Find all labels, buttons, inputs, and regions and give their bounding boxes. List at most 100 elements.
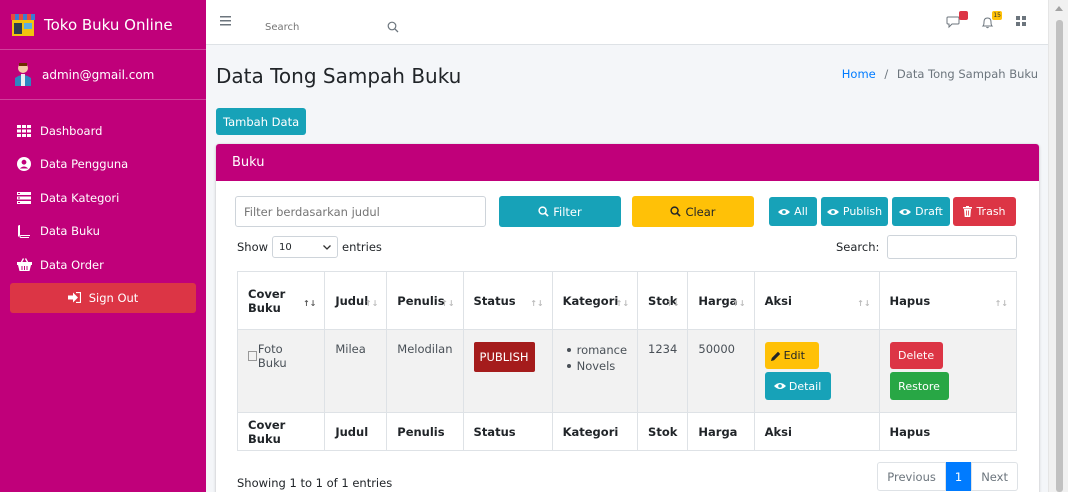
add-data-button[interactable]: Tambah Data xyxy=(216,108,307,135)
cell-hapus: Delete Restore xyxy=(878,329,1018,413)
add-data-label: Tambah Data xyxy=(223,114,300,129)
user-circle-icon xyxy=(16,156,32,172)
scroll-thumb[interactable] xyxy=(1056,20,1063,492)
next-page-button[interactable]: Next xyxy=(971,462,1018,491)
breadcrumb-home-link[interactable]: Home xyxy=(842,67,876,81)
column-header-hapus[interactable]: Hapus ↑↓ xyxy=(878,271,1018,330)
search-input[interactable] xyxy=(257,21,387,33)
sign-out-button[interactable]: Sign Out xyxy=(10,282,196,313)
sidebar-item-data-order[interactable]: Data Order xyxy=(0,248,206,282)
column-header-cover[interactable]: Cover Buku ↑↓ xyxy=(236,271,326,330)
brand-name: Toko Buku Online xyxy=(44,15,173,34)
column-header-harga[interactable]: Harga ↑↓ xyxy=(687,271,755,330)
cell-aksi: Edit Detail xyxy=(753,329,880,413)
column-header-status[interactable]: Status ↑↓ xyxy=(462,271,553,330)
column-header-stok[interactable]: Stok ↑↓ xyxy=(637,271,689,330)
cell-judul: Milea xyxy=(324,329,388,413)
cell-harga: 50000 xyxy=(687,329,755,413)
sidebar-item-label: Data Buku xyxy=(40,224,100,239)
eye-icon xyxy=(826,208,839,216)
sidebar-item-dashboard[interactable]: Dashboard xyxy=(0,114,206,148)
show-all-button[interactable]: All xyxy=(769,197,817,226)
book-icon xyxy=(16,223,32,239)
show-trash-button[interactable]: Trash xyxy=(953,197,1016,226)
footer-aksi: Aksi xyxy=(753,412,880,451)
column-header-kategori[interactable]: Kategori ↑↓ xyxy=(551,271,639,330)
sidebar-item-label: Data Kategori xyxy=(40,190,120,205)
sort-icon: ↑↓ xyxy=(994,298,1008,308)
column-header-judul[interactable]: Judul ↑↓ xyxy=(324,271,388,330)
sidebar-item-label: Data Pengguna xyxy=(40,157,129,172)
search-icon xyxy=(670,206,682,217)
books-card: Buku Filter Clear All Publish Draft Tras… xyxy=(216,144,1039,492)
column-header-aksi[interactable]: Aksi ↑↓ xyxy=(753,271,880,330)
sidebar-item-label: Data Order xyxy=(40,257,104,272)
list-item: romance xyxy=(563,342,627,358)
restore-button[interactable]: Restore xyxy=(889,372,949,400)
chevron-down-icon xyxy=(323,244,331,250)
pagination: Previous 1 Next xyxy=(877,462,1018,491)
brand-link[interactable]: Toko Buku Online xyxy=(0,0,206,50)
status-badge: PUBLISH xyxy=(473,342,535,372)
filter-button[interactable]: Filter xyxy=(499,196,621,227)
sort-icon: ↑↓ xyxy=(302,298,317,308)
sidebar-item-data-kategori[interactable]: Data Kategori xyxy=(0,181,206,215)
category-list: romance Novels xyxy=(563,342,627,374)
footer-kategori: Kategori xyxy=(551,412,639,451)
main-content: Data Tong Sampah Buku Home / Data Tong S… xyxy=(206,45,1048,492)
clear-button[interactable]: Clear xyxy=(632,196,754,227)
card-title: Buku xyxy=(232,155,265,170)
topbar: 15 xyxy=(206,0,1048,45)
scroll-up-arrow[interactable] xyxy=(1055,6,1063,11)
show-publish-button[interactable]: Publish xyxy=(821,197,888,226)
previous-page-button[interactable]: Previous xyxy=(877,462,946,491)
books-table: Cover Buku ↑↓ Judul ↑↓ Penulis ↑↓ Status ↑↓ K… xyxy=(236,271,1018,451)
eye-icon xyxy=(899,208,912,216)
navbar-icons: 15 xyxy=(932,11,1034,31)
sidebar-nav: Dashboard Data Pengguna Data Kategori Da… xyxy=(0,114,206,282)
publish-label: Publish xyxy=(842,205,883,218)
messages-dropdown[interactable] xyxy=(946,11,968,31)
detail-button[interactable]: Detail xyxy=(764,372,831,400)
all-label: All xyxy=(794,205,808,218)
footer-status: Status xyxy=(462,412,553,451)
table-search-input[interactable] xyxy=(887,235,1017,259)
show-draft-button[interactable]: Draft xyxy=(892,197,950,226)
trash-icon xyxy=(963,206,973,217)
entries-select[interactable]: 10 xyxy=(272,236,339,258)
apps-button[interactable] xyxy=(1014,15,1034,31)
sort-icon: ↑↓ xyxy=(441,298,455,308)
list-icon xyxy=(16,190,32,206)
filter-title-input[interactable] xyxy=(235,196,486,227)
sign-out-label: Sign Out xyxy=(88,290,139,305)
page-scrollbar[interactable] xyxy=(1048,0,1068,492)
list-item: Novels xyxy=(563,358,627,374)
user-panel[interactable]: admin@gmail.com xyxy=(0,50,206,100)
sign-out-icon xyxy=(67,292,81,303)
breadcrumb-current: Data Tong Sampah Buku xyxy=(896,67,1038,81)
column-header-penulis[interactable]: Penulis ↑↓ xyxy=(386,271,464,330)
detail-label: Detail xyxy=(788,379,822,393)
sidebar-item-data-pengguna[interactable]: Data Pengguna xyxy=(0,148,206,182)
sort-icon: ↑↓ xyxy=(530,298,544,308)
menu-toggle-icon[interactable] xyxy=(220,14,234,28)
eye-icon xyxy=(778,208,791,216)
search-icon[interactable] xyxy=(387,21,399,33)
sidebar-item-data-buku[interactable]: Data Buku xyxy=(0,215,206,249)
edit-label: Edit xyxy=(783,349,805,362)
edit-button[interactable]: Edit xyxy=(764,342,819,369)
user-avatar-icon xyxy=(15,62,31,86)
notifications-dropdown[interactable]: 15 xyxy=(980,11,1002,31)
cell-status: PUBLISH xyxy=(462,329,553,413)
broken-image-icon xyxy=(248,351,257,361)
table-footer-row: Cover Buku Judul Penulis Status Kategori… xyxy=(236,412,1018,451)
cell-stok: 1234 xyxy=(637,329,689,413)
book-cover-image: Foto Buku xyxy=(248,342,314,370)
footer-harga: Harga xyxy=(687,412,755,451)
page-title: Data Tong Sampah Buku xyxy=(216,64,462,88)
apps-grid-icon xyxy=(1016,16,1026,26)
footer-hapus: Hapus xyxy=(878,412,1018,451)
delete-button[interactable]: Delete xyxy=(889,342,943,369)
page-1-button[interactable]: 1 xyxy=(945,462,972,491)
sort-icon: ↑↓ xyxy=(732,298,746,308)
